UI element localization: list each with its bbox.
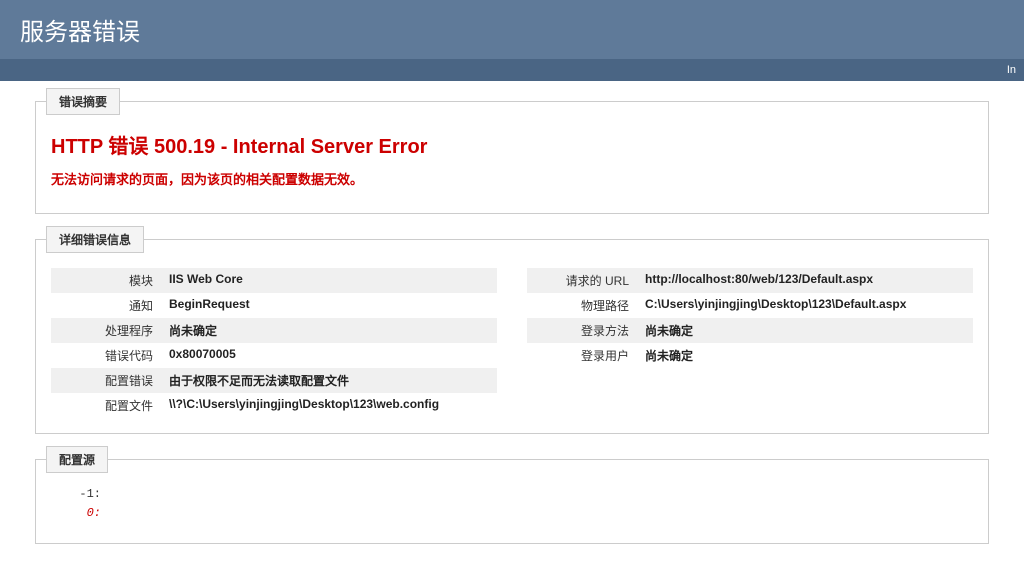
detail-label: 物理路径 — [527, 293, 637, 318]
config-line: 0: — [66, 504, 958, 523]
sub-header: In — [0, 59, 1024, 81]
error-title: HTTP 错误 500.19 - Internal Server Error — [51, 130, 973, 159]
detail-row: 登录方法尚未确定 — [527, 318, 973, 343]
detail-value: 尚未确定 — [161, 318, 497, 343]
detail-label: 处理程序 — [51, 318, 161, 343]
detail-value: 0x80070005 — [161, 343, 497, 368]
detail-columns: 模块IIS Web Core 通知BeginRequest 处理程序尚未确定 错… — [51, 268, 973, 418]
subheader-text: In — [1007, 64, 1016, 76]
detail-value: 尚未确定 — [637, 343, 973, 368]
detail-row: 请求的 URLhttp://localhost:80/web/123/Defau… — [527, 268, 973, 293]
detail-tab: 详细错误信息 — [46, 226, 144, 253]
detail-row: 处理程序尚未确定 — [51, 318, 497, 343]
detail-label: 配置文件 — [51, 393, 161, 418]
content-area: 错误摘要 HTTP 错误 500.19 - Internal Server Er… — [0, 81, 1024, 579]
detail-row: 通知BeginRequest — [51, 293, 497, 318]
detail-label: 登录用户 — [527, 343, 637, 368]
config-line-num: 0: — [66, 504, 106, 523]
config-source-tab: 配置源 — [46, 446, 108, 473]
error-summary-tab: 错误摘要 — [46, 88, 120, 115]
page-header: 服务器错误 — [0, 0, 1024, 59]
detail-row: 登录用户尚未确定 — [527, 343, 973, 368]
detail-left-table: 模块IIS Web Core 通知BeginRequest 处理程序尚未确定 错… — [51, 268, 497, 418]
detail-value: http://localhost:80/web/123/Default.aspx — [637, 268, 973, 293]
detail-label: 请求的 URL — [527, 268, 637, 293]
detail-section: 详细错误信息 模块IIS Web Core 通知BeginRequest 处理程… — [35, 239, 989, 434]
detail-right-table: 请求的 URLhttp://localhost:80/web/123/Defau… — [527, 268, 973, 368]
detail-value: BeginRequest — [161, 293, 497, 318]
detail-value: IIS Web Core — [161, 268, 497, 293]
detail-value: 尚未确定 — [637, 318, 973, 343]
detail-row: 配置文件\\?\C:\Users\yinjingjing\Desktop\123… — [51, 393, 497, 418]
detail-row: 配置错误由于权限不足而无法读取配置文件 — [51, 368, 497, 393]
detail-value: 由于权限不足而无法读取配置文件 — [161, 368, 497, 393]
detail-value: C:\Users\yinjingjing\Desktop\123\Default… — [637, 293, 973, 318]
detail-label: 登录方法 — [527, 318, 637, 343]
detail-label: 错误代码 — [51, 343, 161, 368]
detail-row: 错误代码0x80070005 — [51, 343, 497, 368]
config-source-body: -1: 0: — [51, 480, 973, 528]
detail-label: 模块 — [51, 268, 161, 293]
config-source-section: 配置源 -1: 0: — [35, 459, 989, 544]
detail-value: \\?\C:\Users\yinjingjing\Desktop\123\web… — [161, 393, 497, 418]
detail-row: 物理路径C:\Users\yinjingjing\Desktop\123\Def… — [527, 293, 973, 318]
error-subtitle: 无法访问请求的页面，因为该页的相关配置数据无效。 — [51, 169, 973, 188]
detail-label: 配置错误 — [51, 368, 161, 393]
error-summary-section: 错误摘要 HTTP 错误 500.19 - Internal Server Er… — [35, 101, 989, 214]
detail-right-col: 请求的 URLhttp://localhost:80/web/123/Defau… — [527, 268, 973, 418]
detail-left-col: 模块IIS Web Core 通知BeginRequest 处理程序尚未确定 错… — [51, 268, 497, 418]
detail-row: 模块IIS Web Core — [51, 268, 497, 293]
config-line: -1: — [66, 485, 958, 504]
detail-label: 通知 — [51, 293, 161, 318]
page-title: 服务器错误 — [20, 19, 140, 46]
config-line-num: -1: — [66, 485, 106, 504]
